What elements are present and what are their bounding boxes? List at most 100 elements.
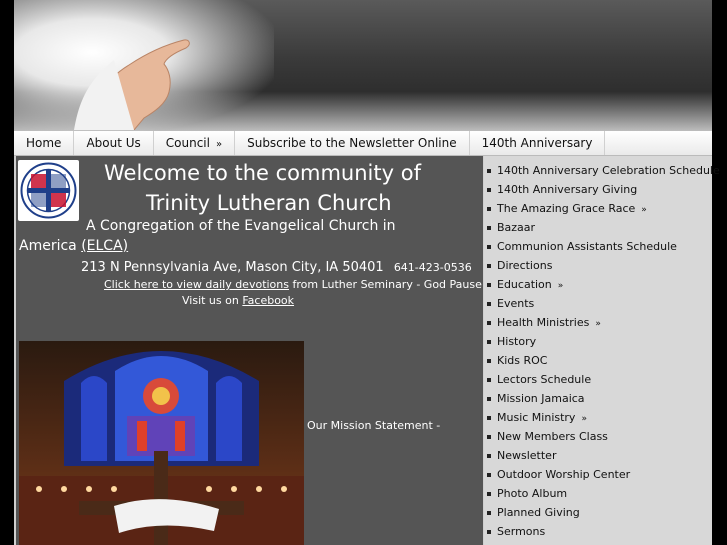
nav-item-label: 140th Anniversary [481, 136, 593, 150]
sidebar-menu: 140th Anniversary Celebration Schedule 14… [484, 156, 720, 545]
nav-item-label: About Us [86, 136, 141, 150]
elca-cross-logo-icon [20, 162, 77, 219]
sidebar-item-the-amazing-grace-race[interactable]: The Amazing Grace Race » [484, 199, 712, 218]
facebook-link[interactable]: Facebook [242, 294, 294, 307]
nav-item-label: Council [165, 136, 210, 150]
submenu-arrow-icon: » [557, 281, 564, 291]
elca-link[interactable]: (ELCA) [81, 238, 128, 254]
sidebar-item-outdoor-worship-center[interactable]: Outdoor Worship Center [484, 465, 712, 484]
sidebar-item-lectors-schedule[interactable]: Lectors Schedule [484, 370, 712, 389]
nav-item-council[interactable]: Council » [154, 131, 236, 155]
bullet-icon [487, 226, 491, 230]
bullet-icon [487, 340, 491, 344]
sidebar-item-kids-roc[interactable]: Kids ROC [484, 351, 712, 370]
sidebar-item-newsletter[interactable]: Newsletter [484, 446, 712, 465]
bullet-icon [487, 245, 491, 249]
bullet-icon [487, 397, 491, 401]
sidebar-item-label: Outdoor Worship Center [497, 468, 631, 481]
bullet-icon [487, 321, 491, 325]
sidebar-item-label: Education [497, 278, 552, 291]
sidebar-item-new-members-class[interactable]: New Members Class [484, 427, 712, 446]
bullet-icon [487, 302, 491, 306]
submenu-arrow-icon: » [641, 205, 647, 215]
sidebar-item-label: Photo Album [497, 487, 568, 500]
nav-item-label: Home [26, 136, 62, 150]
devotions-suffix: from Luther Seminary - God Pause [289, 278, 482, 291]
sidebar-item-label: Music Ministry [497, 411, 576, 424]
sidebar-item-label: Events [497, 297, 535, 310]
sidebar-item-label: 140th Anniversary Celebration Schedule [497, 164, 720, 177]
sidebar-item-mission-jamaica[interactable]: Mission Jamaica [484, 389, 712, 408]
sidebar-item-planned-giving[interactable]: Planned Giving [484, 503, 712, 522]
bullet-icon [487, 454, 491, 458]
devotions-line: Click here to view daily devotions from … [104, 278, 482, 291]
sidebar-item-label: Sermons [497, 525, 546, 538]
sidebar-item-label: Bazaar [497, 221, 536, 234]
submenu-arrow-icon: » [215, 139, 223, 150]
sidebar-item-directions[interactable]: Directions [484, 256, 712, 275]
nav-item-140th-anniversary[interactable]: 140th Anniversary [470, 131, 606, 155]
sidebar-item-communion-assistants-schedule[interactable]: Communion Assistants Schedule [484, 237, 712, 256]
street-address: 213 N Pennsylvania Ave, Mason City, IA 5… [81, 260, 384, 275]
submenu-arrow-icon: » [595, 319, 601, 329]
bullet-icon [487, 530, 491, 534]
hand-image [74, 39, 190, 130]
sidebar-item-music-ministry[interactable]: Music Ministry » [484, 408, 712, 427]
facebook-line: Visit us on Facebook [182, 294, 294, 307]
sidebar-item-label: Health Ministries [497, 316, 590, 329]
stained-glass-photo [19, 341, 304, 545]
sidebar-item-label: 140th Anniversary Giving [497, 183, 638, 196]
sidebar-item-bazaar[interactable]: Bazaar [484, 218, 712, 237]
welcome-heading-line2: Trinity Lutheran Church [146, 191, 392, 215]
sidebar-item-label: History [497, 335, 537, 348]
nav-item-about-us[interactable]: About Us [74, 131, 154, 155]
sidebar-item-label: New Members Class [497, 430, 608, 443]
stained-glass-window-image [19, 341, 304, 545]
mission-statement-label: Our Mission Statement - [307, 419, 441, 432]
bullet-icon [487, 188, 491, 192]
bullet-icon [487, 511, 491, 515]
sidebar-item-140th-anniversary-giving[interactable]: 140th Anniversary Giving [484, 180, 712, 199]
main-content: Welcome to the community of Trinity Luth… [16, 156, 483, 545]
sidebar-item-education[interactable]: Education » [484, 275, 712, 294]
congregation-text-america: America [19, 238, 77, 254]
sidebar-item-health-ministries[interactable]: Health Ministries » [484, 313, 712, 332]
congregation-text-line1: A Congregation of the Evangelical Church… [86, 218, 396, 234]
sidebar-item-events[interactable]: Events [484, 294, 712, 313]
sidebar-item-sermons[interactable]: Sermons [484, 522, 712, 541]
submenu-arrow-icon: » [581, 414, 587, 424]
sidebar-item-label: Directions [497, 259, 553, 272]
bullet-icon [487, 378, 491, 382]
sidebar-item-history[interactable]: History [484, 332, 712, 351]
bullet-icon [487, 359, 491, 363]
nav-item-home[interactable]: Home [14, 131, 75, 155]
devotions-link[interactable]: Click here to view daily devotions [104, 278, 289, 291]
sidebar-item-label: Kids ROC [497, 354, 548, 367]
sidebar-item-label: Lectors Schedule [497, 373, 592, 386]
bullet-icon [487, 416, 491, 420]
header-banner [14, 0, 712, 131]
bullet-icon [487, 169, 491, 173]
page-frame: Home About Us Council » Subscribe to the New… [14, 0, 720, 545]
sidebar-item-photo-album[interactable]: Photo Album [484, 484, 712, 503]
bullet-icon [487, 492, 491, 496]
bullet-icon [487, 264, 491, 268]
sidebar-item-140th-anniversary-celebration-schedule[interactable]: 140th Anniversary Celebration Schedule [484, 161, 720, 180]
phone-number: 641-423-0536 [393, 261, 472, 274]
nav-item-subscribe-to-the-newsletter-online[interactable]: Subscribe to the Newsletter Online [235, 131, 470, 155]
bullet-icon [487, 473, 491, 477]
welcome-heading-line1: Welcome to the community of [104, 161, 421, 185]
sidebar-item-label: Mission Jamaica [497, 392, 585, 405]
elca-logo [18, 160, 79, 221]
facebook-prefix: Visit us on [182, 294, 243, 307]
sidebar-item-label: Communion Assistants Schedule [497, 240, 677, 253]
congregation-text-line2: America (ELCA) [19, 238, 128, 254]
sidebar-item-label: Planned Giving [497, 506, 580, 519]
bullet-icon [487, 435, 491, 439]
main-nav: Home About Us Council » Subscribe to the New… [14, 131, 712, 156]
sidebar-item-label: Newsletter [497, 449, 557, 462]
bullet-icon [487, 283, 491, 287]
sidebar-item-label: The Amazing Grace Race [497, 202, 636, 215]
nav-item-label: Subscribe to the Newsletter Online [247, 136, 457, 150]
address-line: 213 N Pennsylvania Ave, Mason City, IA 5… [81, 260, 472, 275]
